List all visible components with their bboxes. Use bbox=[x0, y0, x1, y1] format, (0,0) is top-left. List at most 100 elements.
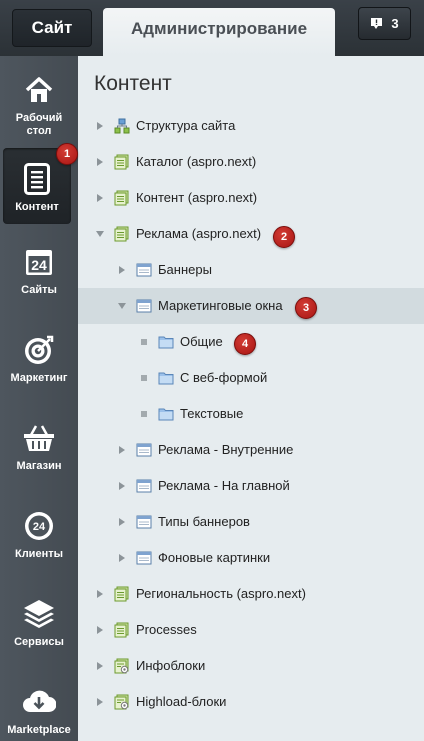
tree-row[interactable]: Реклама - Внутренние bbox=[78, 432, 424, 468]
top-bar: Сайт Администрирование 3 bbox=[0, 0, 424, 56]
tree-row[interactable]: Highload-блоки bbox=[78, 684, 424, 720]
tree-row[interactable]: Маркетинговые окна bbox=[78, 288, 424, 324]
green-list-icon bbox=[114, 154, 130, 170]
notification-icon bbox=[370, 17, 383, 31]
nav-marketing[interactable]: Маркетинг bbox=[0, 322, 78, 402]
page-title: Контент bbox=[94, 72, 172, 95]
tree-row-label: С веб-формой bbox=[180, 370, 268, 385]
tree-row-label: Баннеры bbox=[158, 262, 212, 277]
window-icon bbox=[136, 478, 152, 494]
step-badge: 2 bbox=[273, 226, 295, 248]
target-icon bbox=[21, 332, 57, 368]
document-icon bbox=[19, 161, 55, 197]
nav-label: Маркетинг bbox=[10, 372, 68, 384]
nav-desktop[interactable]: Рабочий стол bbox=[0, 62, 78, 142]
tree-row-label: Инфоблоки bbox=[136, 658, 206, 673]
green-list-icon bbox=[114, 190, 130, 206]
tree-row-label: Реклама (aspro.next) bbox=[136, 226, 262, 241]
home-icon bbox=[21, 72, 57, 108]
expand-arrow-right-icon[interactable] bbox=[119, 518, 125, 526]
layers-icon bbox=[21, 596, 57, 632]
expand-arrow-right-icon[interactable] bbox=[119, 482, 125, 490]
tree-row-label: Каталог (aspro.next) bbox=[136, 154, 257, 169]
tree-row[interactable]: Структура сайта bbox=[78, 108, 424, 144]
tab-administration[interactable]: Администрирование bbox=[103, 8, 335, 56]
tree-row[interactable]: Реклама (aspro.next) bbox=[78, 216, 424, 252]
tree-row-label: Типы баннеров bbox=[158, 514, 250, 529]
expand-arrow-right-icon[interactable] bbox=[97, 122, 103, 130]
tree-row-label: Контент (aspro.next) bbox=[136, 190, 258, 205]
nav-shop[interactable]: Магазин bbox=[0, 410, 78, 490]
tree-row[interactable]: Инфоблоки bbox=[78, 648, 424, 684]
folder-icon bbox=[158, 406, 174, 422]
expand-arrow-right-icon[interactable] bbox=[97, 698, 103, 706]
expand-arrow-right-icon[interactable] bbox=[97, 158, 103, 166]
nav-clients[interactable]: 24 Клиенты bbox=[0, 498, 78, 578]
tree-row-label: Текстовые bbox=[180, 406, 244, 421]
window-icon bbox=[136, 514, 152, 530]
tree-row-label: Processes bbox=[136, 622, 197, 637]
expand-arrow-down-icon[interactable] bbox=[96, 231, 104, 237]
tree-row[interactable]: Региональность (aspro.next) bbox=[78, 576, 424, 612]
expand-arrow-right-icon[interactable] bbox=[119, 554, 125, 562]
green-list-icon bbox=[114, 586, 130, 602]
tree-row[interactable]: Каталог (aspro.next) bbox=[78, 144, 424, 180]
tree-row[interactable]: Текстовые bbox=[78, 396, 424, 432]
tree-bullet-icon bbox=[141, 339, 147, 345]
expand-arrow-right-icon[interactable] bbox=[119, 266, 125, 274]
expand-arrow-right-icon[interactable] bbox=[97, 626, 103, 634]
tree-row[interactable]: Контент (aspro.next) bbox=[78, 180, 424, 216]
expand-arrow-right-icon[interactable] bbox=[119, 446, 125, 454]
nav-label: Рабочий bbox=[15, 112, 63, 124]
green-list-icon bbox=[114, 622, 130, 638]
expand-arrow-right-icon[interactable] bbox=[97, 662, 103, 670]
folder-icon bbox=[158, 370, 174, 386]
tree-bullet-icon bbox=[141, 411, 147, 417]
window-icon bbox=[136, 298, 152, 314]
calendar-24-icon: 24 bbox=[21, 244, 57, 280]
nav-label: Клиенты bbox=[14, 548, 63, 560]
structure-icon bbox=[114, 118, 130, 134]
nav-marketplace[interactable]: Marketplace bbox=[0, 674, 78, 741]
window-icon bbox=[136, 550, 152, 566]
expand-arrow-down-icon[interactable] bbox=[118, 303, 126, 309]
folder-icon bbox=[158, 334, 174, 350]
notifications-button[interactable]: 3 bbox=[358, 7, 411, 40]
nav-label: стол bbox=[26, 125, 52, 137]
basket-icon bbox=[21, 420, 57, 456]
tree-row-label: Highload-блоки bbox=[136, 694, 227, 709]
nav-label: Сервисы bbox=[14, 636, 64, 648]
nav-label: Магазин bbox=[16, 460, 62, 472]
svg-text:24: 24 bbox=[33, 521, 46, 533]
tree-row[interactable]: Типы баннеров bbox=[78, 504, 424, 540]
nav-sites[interactable]: 24 Сайты bbox=[0, 234, 78, 314]
tree-row-label: Реклама - На главной bbox=[158, 478, 290, 493]
tree-row-label: Реклама - Внутренние bbox=[158, 442, 294, 457]
gear-list-icon bbox=[114, 658, 130, 674]
tree-row[interactable]: Фоновые картинки bbox=[78, 540, 424, 576]
nav-services[interactable]: Сервисы bbox=[0, 586, 78, 666]
svg-text:24: 24 bbox=[31, 257, 47, 273]
clients-24-icon: 24 bbox=[21, 508, 57, 544]
window-icon bbox=[136, 442, 152, 458]
tree-bullet-icon bbox=[141, 375, 147, 381]
tree-row-label: Маркетинговые окна bbox=[158, 298, 283, 313]
tree-row[interactable]: Баннеры bbox=[78, 252, 424, 288]
expand-arrow-right-icon[interactable] bbox=[97, 590, 103, 598]
expand-arrow-right-icon[interactable] bbox=[97, 194, 103, 202]
notifications-count: 3 bbox=[391, 16, 399, 31]
nav-label: Контент bbox=[15, 201, 59, 213]
tree-row-label: Региональность (aspro.next) bbox=[136, 586, 306, 601]
gear-list-icon bbox=[114, 694, 130, 710]
tree-row-label: Структура сайта bbox=[136, 118, 236, 133]
tree-row-label: Фоновые картинки bbox=[158, 550, 271, 565]
nav-label: Сайты bbox=[21, 284, 57, 296]
window-icon bbox=[136, 262, 152, 278]
tree-row-label: Общие bbox=[180, 334, 223, 349]
tree-row[interactable]: Processes bbox=[78, 612, 424, 648]
tab-site[interactable]: Сайт bbox=[12, 9, 92, 47]
green-list-icon bbox=[114, 226, 130, 242]
tree-row[interactable]: Реклама - На главной bbox=[78, 468, 424, 504]
step-badge: 1 bbox=[56, 143, 78, 165]
tree-row[interactable]: С веб-формой bbox=[78, 360, 424, 396]
